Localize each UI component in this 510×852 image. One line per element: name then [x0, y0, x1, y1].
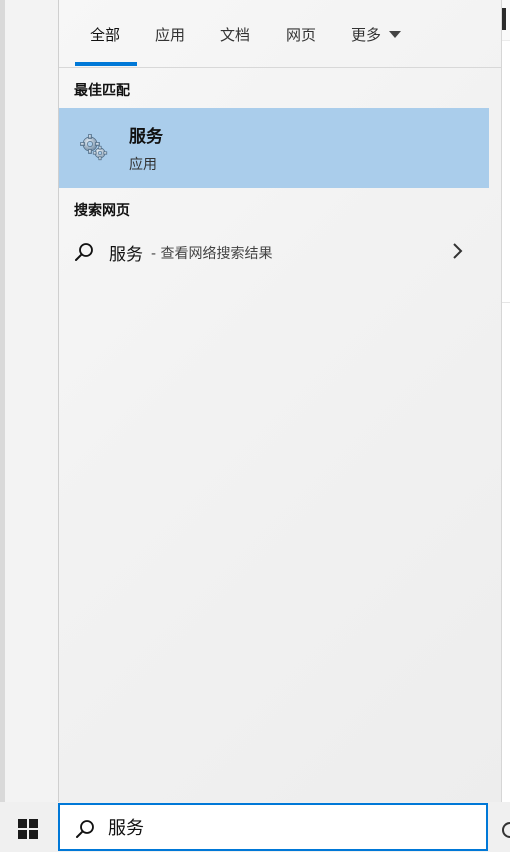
tab-all[interactable]: 全部	[90, 24, 120, 45]
best-match-result[interactable]: 服务 应用	[59, 108, 489, 188]
tab-documents[interactable]: 文档	[220, 24, 250, 45]
web-search-heading: 搜索网页	[74, 203, 130, 219]
background-window-edge	[0, 0, 5, 802]
web-search-result[interactable]: 服务 - 查看网络搜索结果	[59, 228, 489, 274]
best-match-type: 应用	[129, 157, 157, 173]
web-search-query: 服务	[109, 245, 143, 265]
taskbar	[0, 802, 510, 852]
chevron-right-icon[interactable]	[451, 241, 465, 261]
search-icon	[76, 820, 94, 838]
start-button[interactable]	[0, 802, 56, 852]
tab-more[interactable]: 更多	[351, 24, 402, 45]
services-gear-icon	[80, 134, 108, 161]
search-icon	[75, 243, 93, 261]
best-match-name: 服务	[129, 127, 163, 147]
chevron-down-icon	[389, 31, 402, 38]
windows-logo-icon	[18, 819, 38, 839]
tab-apps[interactable]: 应用	[155, 24, 185, 45]
search-scope-tabs: 全部 应用 文档 网页 更多	[59, 0, 501, 68]
tab-more-label: 更多	[351, 26, 382, 44]
taskbar-search-box[interactable]	[58, 803, 488, 851]
search-input[interactable]	[108, 813, 468, 841]
taskbar-edge-icon	[502, 822, 510, 838]
search-results-panel: 全部 应用 文档 网页 更多 最佳匹配 服务 应用 搜索网页 服务 - 查看网络…	[58, 0, 502, 802]
best-match-heading: 最佳匹配	[74, 83, 130, 99]
tab-web[interactable]: 网页	[286, 24, 316, 45]
web-search-hint: - 查看网络搜索结果	[151, 246, 273, 262]
active-tab-indicator	[75, 62, 137, 66]
background-window-left	[0, 0, 58, 802]
